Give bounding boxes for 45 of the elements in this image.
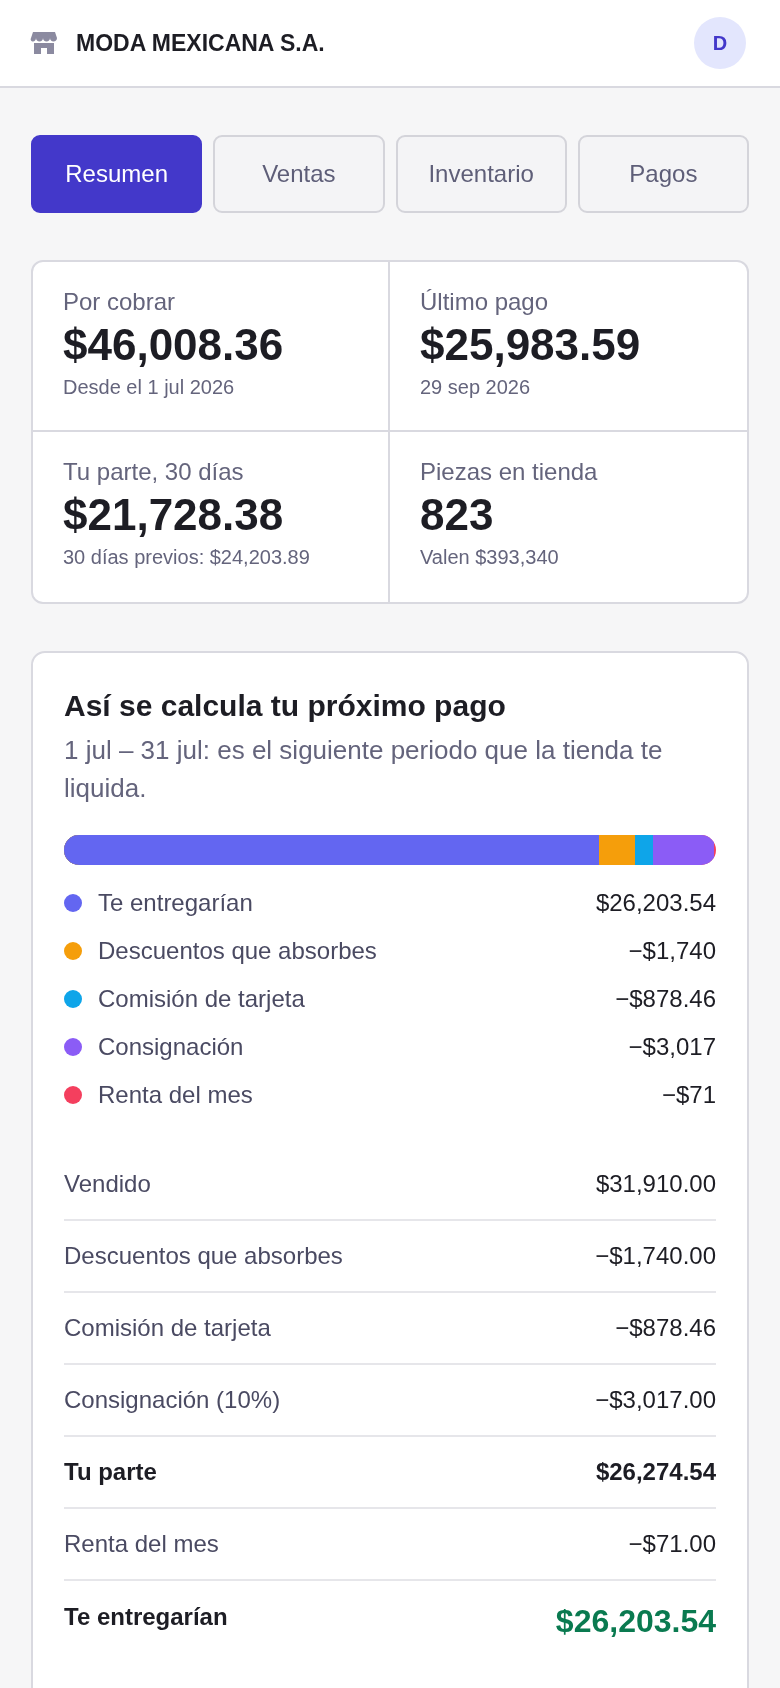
row-amount: $26,274.54: [595, 1458, 716, 1486]
stat-value: 823: [420, 490, 495, 540]
tab[interactable]: Ventas: [213, 135, 385, 213]
stat-note: Valen $393,340: [420, 546, 560, 569]
legend-amount: −$3,017: [628, 1033, 716, 1061]
stat-label: Último pago: [420, 288, 550, 316]
row-amount: −$878.46: [615, 1314, 716, 1342]
stat-note: 30 días previos: $24,203.89: [63, 546, 311, 569]
stat-value: $21,728.38: [63, 490, 285, 540]
row-label: Comisión de tarjeta: [64, 1314, 271, 1342]
tab[interactable]: Resumen: [31, 135, 203, 213]
stat-label: Piezas en tienda: [420, 458, 599, 486]
row-amount: −$1,740.00: [595, 1242, 716, 1270]
row-label: Descuentos que absorbes: [64, 1242, 343, 1270]
row-amount: $26,203.54: [555, 1603, 716, 1640]
legend-label: Renta del mes: [98, 1081, 254, 1109]
store-name: MODA MEXICANA S.A.: [76, 29, 325, 57]
breakdown-title: Así se calcula tu próximo pago: [64, 689, 507, 723]
legend-amount: −$71: [661, 1081, 716, 1109]
row-amount: $31,910.00: [595, 1170, 716, 1198]
storefront-icon: [30, 29, 58, 57]
stat-note: 29 sep 2026: [420, 376, 532, 399]
tab[interactable]: Pagos: [577, 135, 749, 213]
legend-amount: −$878.46: [615, 985, 716, 1013]
legend-amount: −$1,740: [628, 937, 716, 965]
row-label: Renta del mes: [64, 1530, 219, 1558]
row-label: Consignación (10%): [64, 1386, 281, 1414]
legend-label: Descuentos que absorbes: [98, 937, 378, 965]
stat-value: $46,008.36: [63, 320, 285, 370]
row-amount: −$3,017.00: [595, 1386, 716, 1414]
row-amount: −$71.00: [628, 1530, 716, 1558]
stat-label: Tu parte, 30 días: [63, 458, 245, 486]
tab[interactable]: Inventario: [395, 135, 567, 213]
row-label: Te entregarían: [64, 1603, 228, 1631]
stat-note: Desde el 1 jul 2026: [63, 376, 236, 399]
breakdown-subtitle: 1 jul – 31 jul: es el siguiente periodo que la tienda te liquida.: [64, 734, 664, 805]
row-label: Vendido: [64, 1170, 151, 1198]
legend-label: Te entregarían: [98, 889, 254, 917]
stat-label: Por cobrar: [63, 288, 177, 316]
legend-label: Consignación: [98, 1033, 245, 1061]
row-label: Tu parte: [64, 1458, 157, 1486]
avatar[interactable]: D: [694, 17, 746, 69]
stat-value: $25,983.59: [420, 320, 642, 370]
legend-amount: $26,203.54: [595, 889, 716, 917]
legend-label: Comisión de tarjeta: [98, 985, 306, 1013]
